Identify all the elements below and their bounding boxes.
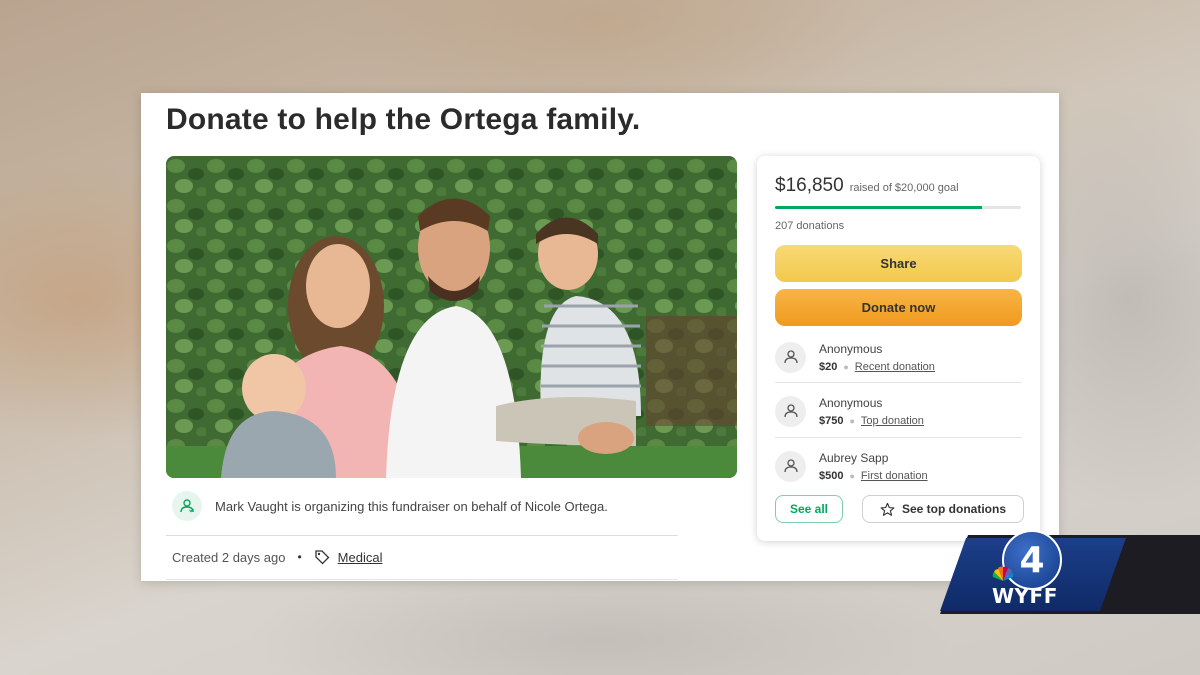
divider (166, 579, 678, 580)
see-top-donations-button[interactable]: See top donations (862, 495, 1024, 523)
donor-name: Anonymous (819, 395, 883, 410)
donor-name: Anonymous (819, 341, 883, 356)
meta-separator: • (297, 550, 302, 564)
fundraiser-page: Donate to help the Ortega family. Mark V… (141, 93, 1059, 581)
donor-amount: $20 (819, 360, 838, 373)
organizer-avatar-icon (172, 491, 202, 521)
progress-fill (775, 206, 983, 209)
station-logo: 4 WYFF (940, 530, 1200, 614)
raised-summary: $16,850 raised of $20,000 goal (775, 175, 959, 197)
progress-bar (775, 206, 1021, 209)
donor-separator: ● (849, 415, 855, 426)
donation-type-link[interactable]: Top donation (861, 415, 924, 427)
donation-panel: $16,850 raised of $20,000 goal 207 donat… (757, 156, 1040, 541)
share-button[interactable]: Share (775, 245, 1022, 282)
fundraiser-meta: Created 2 days ago • Medical (172, 549, 382, 565)
donor-item: Anonymous $20 ● Recent donation (775, 330, 1022, 384)
family-photo (166, 156, 737, 478)
created-date: Created 2 days ago (172, 549, 286, 565)
donor-item: Aubrey Sapp $500 ● First donation (775, 439, 1022, 493)
tag-icon (314, 549, 330, 565)
donate-now-button[interactable]: Donate now (775, 289, 1022, 326)
divider (166, 535, 678, 536)
raised-amount: $16,850 (775, 175, 844, 196)
page-title: Donate to help the Ortega family. (166, 103, 641, 136)
donor-item: Anonymous $750 ● Top donation (775, 384, 1022, 438)
donor-avatar-icon (775, 341, 806, 373)
see-all-button[interactable]: See all (775, 495, 843, 523)
organizer-text: Mark Vaught is organizing this fundraise… (215, 498, 608, 514)
star-icon (880, 502, 895, 516)
donor-amount: $500 (819, 469, 844, 482)
divider (775, 382, 1022, 383)
call-sign: WYFF (992, 584, 1058, 608)
organizer-info: Mark Vaught is organizing this fundraise… (172, 491, 608, 521)
donor-separator: ● (843, 361, 849, 372)
donor-amount: $750 (819, 414, 844, 427)
donor-name: Aubrey Sapp (819, 450, 889, 465)
divider (775, 437, 1022, 438)
donor-avatar-icon (775, 450, 806, 482)
peacock-icon (992, 566, 1014, 581)
donation-count: 207 donations (775, 220, 845, 232)
goal-text: raised of $20,000 goal (849, 182, 959, 194)
donation-type-link[interactable]: Recent donation (855, 361, 935, 373)
donor-separator: ● (849, 470, 855, 481)
donor-avatar-icon (775, 395, 806, 427)
category-link[interactable]: Medical (338, 550, 383, 565)
see-top-donations-label: See top donations (901, 502, 1006, 516)
donation-type-link[interactable]: First donation (861, 470, 928, 482)
